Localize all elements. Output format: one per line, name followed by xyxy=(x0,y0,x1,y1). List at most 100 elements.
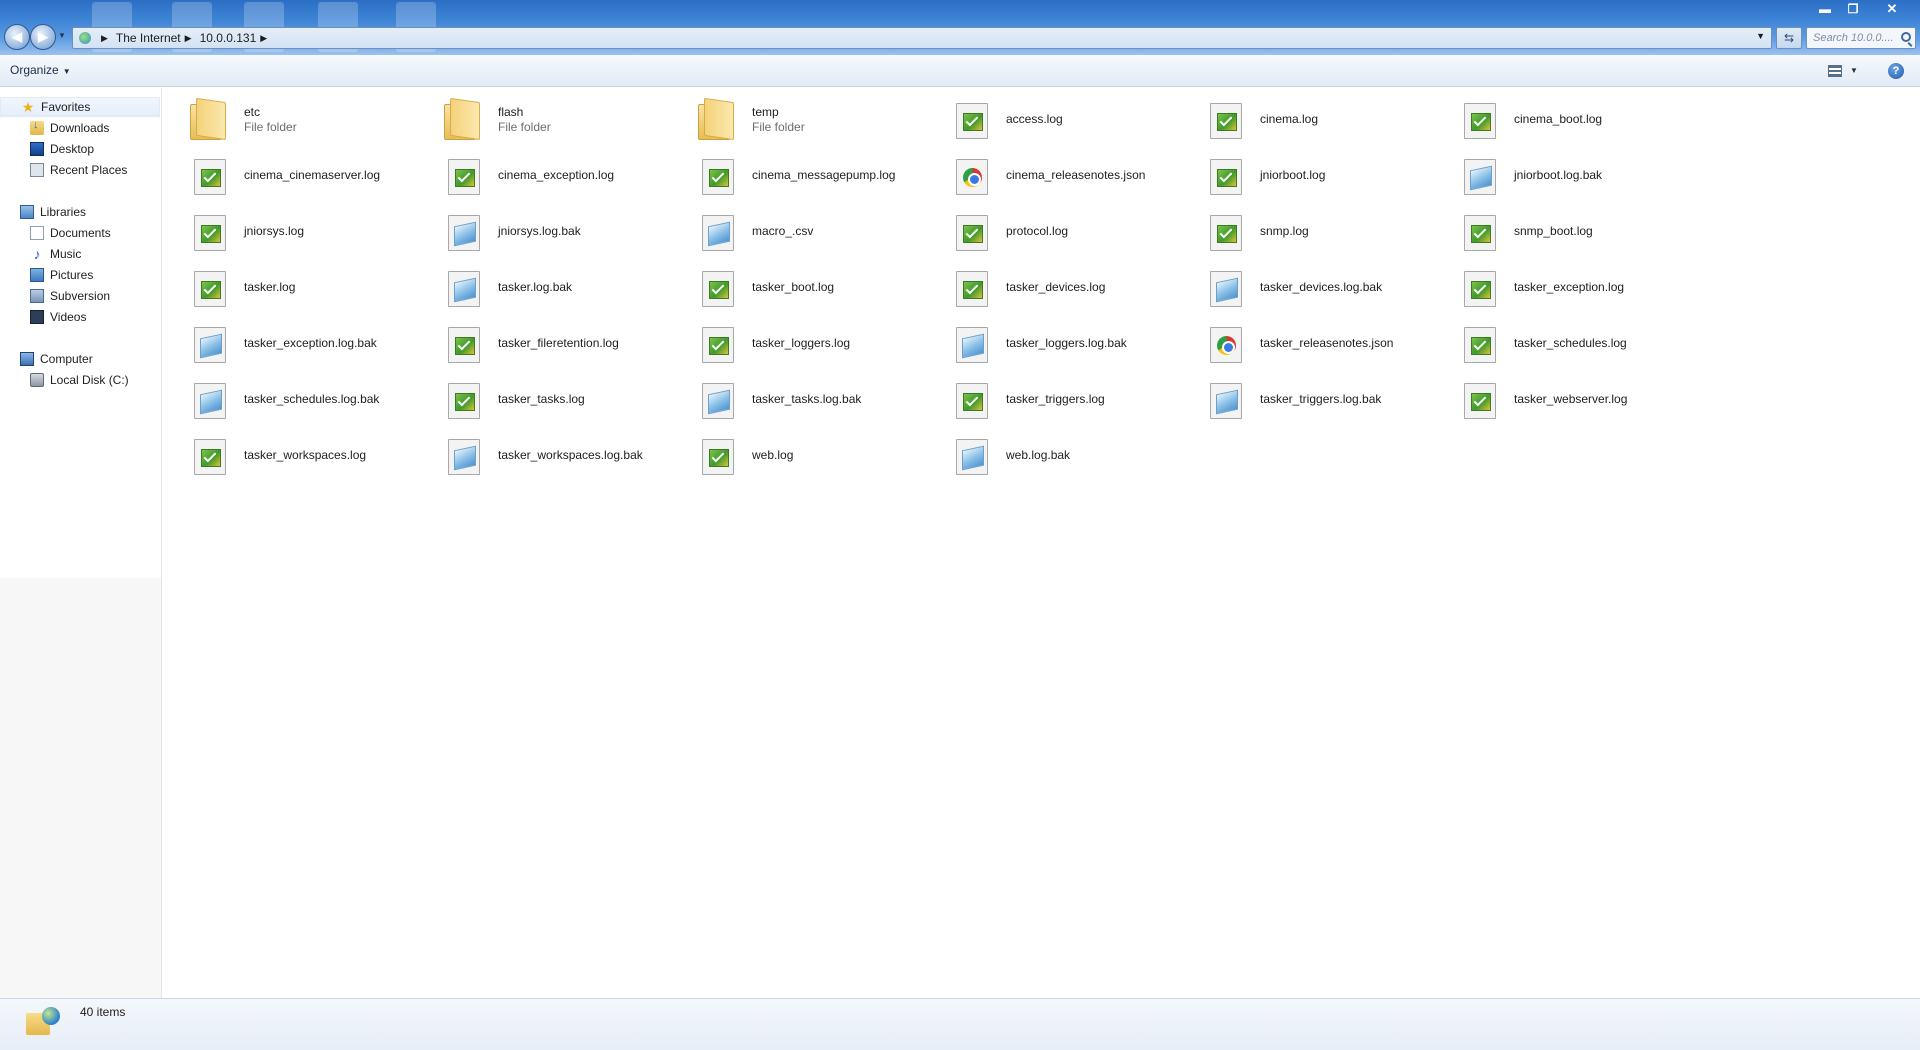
nav-label: Pictures xyxy=(50,268,94,282)
breadcrumb-ip-address[interactable]: 10.0.0.131 xyxy=(200,31,257,45)
file-item[interactable]: jniorsys.log xyxy=(172,208,412,254)
nav-subversion[interactable]: Subversion xyxy=(0,286,161,306)
file-item[interactable]: tasker_fileretention.log xyxy=(426,320,666,366)
file-item[interactable]: jniorboot.log.bak xyxy=(1442,152,1682,198)
recent-pages-dropdown[interactable]: ▼ xyxy=(58,31,66,40)
file-name: cinema_boot.log xyxy=(1514,112,1603,126)
nav-downloads[interactable]: Downloads xyxy=(0,118,161,138)
nav-libraries[interactable]: Libraries xyxy=(0,202,161,222)
log-file-icon xyxy=(194,159,226,195)
breadcrumb-separator-icon[interactable]: ▶ xyxy=(185,33,192,44)
file-item[interactable]: jniorsys.log.bak xyxy=(426,208,666,254)
breadcrumb-separator-icon[interactable]: ▶ xyxy=(101,33,108,44)
file-name: macro_.csv xyxy=(752,224,814,238)
file-item[interactable]: snmp_boot.log xyxy=(1442,208,1682,254)
nav-favorites[interactable]: ★ Favorites xyxy=(0,97,160,117)
minimize-button[interactable]: ▬ xyxy=(1812,0,1838,17)
libraries-icon xyxy=(20,205,34,219)
view-options-dropdown[interactable]: ▼ xyxy=(1850,66,1858,75)
file-item[interactable]: cinema_cinemaserver.log xyxy=(172,152,412,198)
folder-item[interactable]: temp File folder xyxy=(680,96,920,142)
file-item[interactable]: cinema.log xyxy=(1188,96,1428,142)
log-file-icon xyxy=(1210,159,1242,195)
file-item[interactable]: tasker_tasks.log xyxy=(426,376,666,422)
file-item[interactable]: web.log.bak xyxy=(934,432,1174,478)
nav-label: Documents xyxy=(50,226,111,240)
search-icon[interactable] xyxy=(1901,32,1911,42)
search-input[interactable]: Search 10.0.0.... xyxy=(1806,27,1916,49)
file-item[interactable]: tasker_workspaces.log xyxy=(172,432,412,478)
nav-videos[interactable]: Videos xyxy=(0,307,161,327)
log-file-icon xyxy=(956,383,988,419)
file-name: tasker_boot.log xyxy=(752,280,835,294)
log-file-icon xyxy=(194,215,226,251)
file-item[interactable]: tasker_tasks.log.bak xyxy=(680,376,920,422)
file-item[interactable]: tasker_workspaces.log.bak xyxy=(426,432,666,478)
file-item[interactable]: tasker_exception.log xyxy=(1442,264,1682,310)
file-item[interactable]: tasker_loggers.log xyxy=(680,320,920,366)
folder-item[interactable]: etc File folder xyxy=(172,96,412,142)
file-item[interactable]: snmp.log xyxy=(1188,208,1428,254)
backup-file-icon xyxy=(448,271,480,307)
file-item[interactable]: protocol.log xyxy=(934,208,1174,254)
maximize-button[interactable]: ❐ xyxy=(1840,0,1866,17)
file-item[interactable]: tasker_boot.log xyxy=(680,264,920,310)
file-item[interactable]: tasker.log xyxy=(172,264,412,310)
file-name: cinema_cinemaserver.log xyxy=(244,168,381,182)
file-item[interactable]: tasker_triggers.log.bak xyxy=(1188,376,1428,422)
back-button[interactable]: ◀ xyxy=(4,24,30,50)
file-name: tasker_exception.log xyxy=(1514,280,1625,294)
file-item[interactable]: tasker_devices.log.bak xyxy=(1188,264,1428,310)
file-item[interactable]: cinema_releasenotes.json xyxy=(934,152,1174,198)
refresh-button[interactable]: ⇆ xyxy=(1776,27,1802,49)
address-history-dropdown-icon[interactable]: ▼ xyxy=(1756,31,1765,41)
file-item[interactable]: tasker_devices.log xyxy=(934,264,1174,310)
address-bar[interactable]: ▶ The Internet ▶ 10.0.0.131 ▶ ▼ xyxy=(72,27,1772,49)
file-item[interactable]: tasker_loggers.log.bak xyxy=(934,320,1174,366)
file-item[interactable]: cinema_boot.log xyxy=(1442,96,1682,142)
breadcrumb-separator-icon[interactable]: ▶ xyxy=(260,33,267,44)
close-button[interactable]: ✕ xyxy=(1868,0,1916,17)
breadcrumb-the-internet[interactable]: The Internet xyxy=(116,31,181,45)
file-item[interactable]: jniorboot.log xyxy=(1188,152,1428,198)
nav-pictures[interactable]: Pictures xyxy=(0,265,161,285)
file-item[interactable]: tasker_schedules.log.bak xyxy=(172,376,412,422)
file-item[interactable]: tasker_webserver.log xyxy=(1442,376,1682,422)
nav-music[interactable]: ♪ Music xyxy=(0,244,161,264)
file-item[interactable]: web.log xyxy=(680,432,920,478)
folder-item[interactable]: flash File folder xyxy=(426,96,666,142)
file-item[interactable]: tasker.log.bak xyxy=(426,264,666,310)
navigation-pane-background xyxy=(0,578,161,998)
file-item[interactable]: macro_.csv xyxy=(680,208,920,254)
command-bar: Organize ▼ ▼ ? xyxy=(0,55,1920,87)
nav-computer[interactable]: Computer xyxy=(0,349,161,369)
search-placeholder: Search 10.0.0.... xyxy=(1813,32,1894,44)
file-list-view[interactable]: etc File folder flash File folder temp File f… xyxy=(163,88,1920,998)
log-file-icon xyxy=(1464,271,1496,307)
backup-file-icon xyxy=(1210,383,1242,419)
organize-button[interactable]: Organize ▼ xyxy=(10,63,71,77)
file-item[interactable]: cinema_messagepump.log xyxy=(680,152,920,198)
nav-label: Local Disk (C:) xyxy=(50,373,129,387)
file-item[interactable]: tasker_exception.log.bak xyxy=(172,320,412,366)
file-name: cinema_releasenotes.json xyxy=(1006,168,1146,182)
log-file-icon xyxy=(956,103,988,139)
file-item[interactable]: tasker_triggers.log xyxy=(934,376,1174,422)
nav-recent-places[interactable]: Recent Places xyxy=(0,160,161,180)
file-name: protocol.log xyxy=(1006,224,1069,238)
file-item[interactable]: tasker_releasenotes.json xyxy=(1188,320,1428,366)
refresh-icon: ⇆ xyxy=(1783,31,1795,45)
nav-label: Libraries xyxy=(40,205,87,219)
log-file-icon xyxy=(1210,103,1242,139)
change-view-icon[interactable] xyxy=(1828,65,1842,77)
forward-button[interactable]: ▶ xyxy=(30,24,56,50)
help-icon[interactable]: ? xyxy=(1888,63,1904,79)
file-item[interactable]: access.log xyxy=(934,96,1174,142)
nav-documents[interactable]: Documents xyxy=(0,223,161,243)
backup-file-icon xyxy=(956,439,988,475)
file-name: tasker_releasenotes.json xyxy=(1260,336,1394,350)
file-item[interactable]: cinema_exception.log xyxy=(426,152,666,198)
nav-local-disk[interactable]: Local Disk (C:) xyxy=(0,370,161,390)
file-item[interactable]: tasker_schedules.log xyxy=(1442,320,1682,366)
nav-desktop[interactable]: Desktop xyxy=(0,139,161,159)
